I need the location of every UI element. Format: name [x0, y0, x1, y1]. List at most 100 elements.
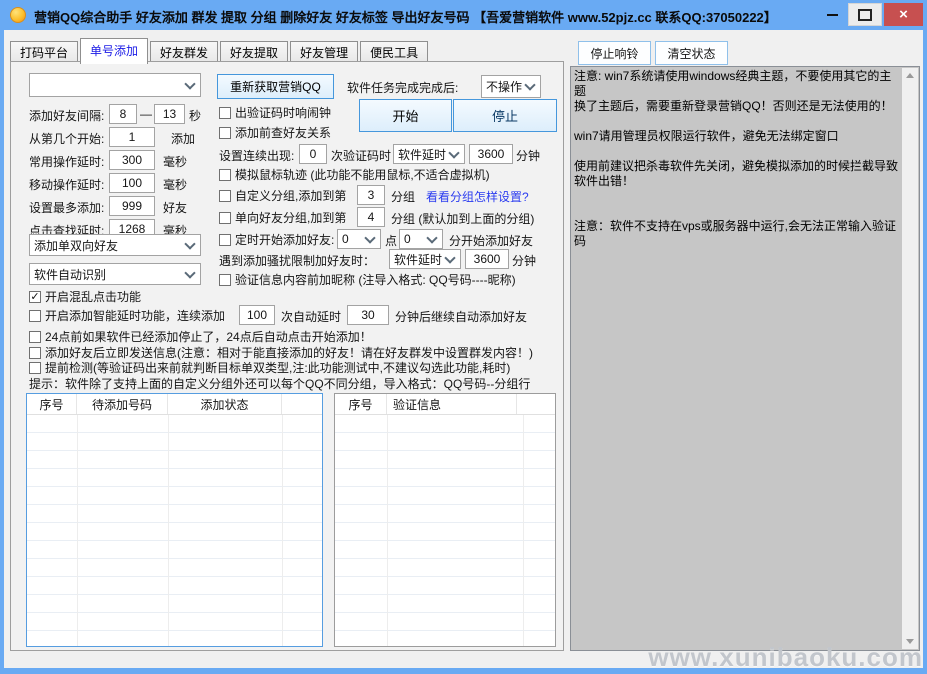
custom-group-checkbox[interactable]: 自定义分组,添加到第: [219, 187, 346, 204]
add-mode-combo[interactable]: 添加单双向好友: [29, 234, 201, 256]
oneway-group-checkbox[interactable]: 单向好友分组,加到第: [219, 209, 346, 226]
verify-table-col-info[interactable]: 验证信息: [387, 394, 517, 414]
custom-group-unit: 分组: [391, 188, 415, 205]
app-icon: [10, 7, 26, 23]
close-button[interactable]: ×: [884, 3, 923, 26]
task-after-select[interactable]: 不操作: [481, 75, 541, 98]
oneway-group-input[interactable]: 4: [357, 207, 385, 227]
mouse-sim-checkbox[interactable]: 模拟鼠标轨迹 (此功能不能用鼠标,不适合虚拟机): [219, 166, 490, 183]
smart-delay-mid: 次自动延时: [281, 308, 341, 325]
qq-account-combo[interactable]: [29, 73, 201, 97]
table-gridline: [77, 415, 78, 646]
checkbox-icon: [219, 234, 231, 246]
check-relation-checkbox[interactable]: 添加前查好友关系: [219, 124, 331, 141]
clear-status-button-label: 清空状态: [667, 45, 715, 62]
interval-max-input[interactable]: 13: [154, 104, 185, 124]
harass-action-value: 软件延时: [390, 251, 446, 268]
mouse-sim-label: 模拟鼠标轨迹 (此功能不能用鼠标,不适合虚拟机): [235, 166, 490, 183]
common-delay-label: 常用操作延时:: [29, 153, 104, 170]
start-button[interactable]: 开始: [359, 99, 452, 132]
smart-delay-checkbox[interactable]: 开启添加智能延时功能，连续添加: [29, 307, 225, 324]
alarm-label: 出验证码时响闹钟: [235, 104, 331, 121]
timed-start-tail: 分开始添加好友: [449, 232, 533, 249]
harass-action-select[interactable]: 软件延时: [389, 249, 461, 269]
chevron-down-icon: [448, 147, 459, 158]
alarm-checkbox[interactable]: 出验证码时响闹钟: [219, 104, 331, 121]
custom-group-label: 自定义分组,添加到第: [235, 187, 346, 204]
max-add-input[interactable]: 999: [109, 196, 155, 216]
clear-status-button[interactable]: 清空状态: [655, 41, 728, 65]
smart-delay-minutes-input[interactable]: 30: [347, 305, 389, 325]
interval-unit: 秒: [189, 107, 201, 124]
stop-ring-button-label: 停止响铃: [590, 45, 638, 62]
task-after-label: 软件任务完成完成后:: [347, 79, 458, 96]
hint-text: 提示：软件除了支持上面的自定义分组外还可以每个QQ不同分组，导入格式：QQ号码-…: [29, 375, 530, 392]
timed-start-checkbox[interactable]: 定时开始添加好友:: [219, 231, 334, 248]
oneway-group-label: 单向好友分组,加到第: [235, 209, 346, 226]
add-table[interactable]: 序号 待添加号码 添加状态: [26, 393, 323, 647]
recognize-combo[interactable]: 软件自动识别: [29, 263, 201, 285]
pre-check-checkbox[interactable]: 提前检测(等验证码出来前就判断目标单双类型,注:此功能测试中,不建议勾选此功能,…: [29, 359, 510, 376]
chevron-down-icon: [184, 78, 195, 89]
add-table-col-number[interactable]: 待添加号码: [77, 394, 168, 414]
group-help-link[interactable]: 看看分组怎样设置?: [426, 188, 529, 205]
chevron-down-icon: [184, 238, 195, 249]
captcha-action-select[interactable]: 软件延时: [393, 144, 465, 164]
checkbox-icon: [219, 169, 231, 181]
timed-hour-select[interactable]: 0: [337, 229, 381, 249]
captcha-row-label: 设置连续出现:: [219, 147, 294, 164]
add-table-col-index[interactable]: 序号: [27, 394, 77, 414]
captcha-count-input[interactable]: 0: [299, 144, 327, 164]
interval-label: 添加好友间隔:: [29, 107, 104, 124]
checkbox-icon: [219, 127, 231, 139]
checkbox-icon: [219, 274, 231, 286]
smart-delay-count-input[interactable]: 100: [239, 305, 275, 325]
verify-nick-label: 验证信息内容前加昵称 (注导入格式: QQ号码----昵称): [235, 271, 516, 288]
table-gridline: [168, 415, 169, 646]
harass-label: 遇到添加骚扰限制加好友时：: [219, 252, 375, 269]
add-table-header: 序号 待添加号码 添加状态: [27, 394, 322, 415]
verify-table-col-index[interactable]: 序号: [335, 394, 387, 414]
tab-single-add[interactable]: 单号添加: [80, 38, 148, 64]
max-add-label: 设置最多添加:: [29, 199, 104, 216]
verify-nick-checkbox[interactable]: 验证信息内容前加昵称 (注导入格式: QQ号码----昵称): [219, 271, 516, 288]
timed-minute-value: 0: [400, 232, 428, 246]
chevron-down-icon: [184, 267, 195, 278]
custom-group-input[interactable]: 3: [357, 185, 385, 205]
common-delay-unit: 毫秒: [163, 153, 187, 170]
scroll-up-icon[interactable]: [906, 73, 914, 78]
stop-ring-button[interactable]: 停止响铃: [578, 41, 651, 65]
checkbox-icon: [219, 212, 231, 224]
add-table-body: [27, 415, 322, 646]
add-table-col-extra: [282, 394, 322, 414]
smart-delay-label: 开启添加智能延时功能，连续添加: [45, 307, 225, 324]
verify-table-col-extra: [517, 394, 555, 414]
chaos-click-checkbox[interactable]: 开启混乱点击功能: [29, 288, 141, 305]
main-area: 打码平台 单号添加 好友群发 好友提取 好友管理 便民工具 重新获取营销QQ 软…: [4, 30, 923, 668]
table-gridline: [523, 415, 524, 646]
status-notes-box: 注意: win7系统请使用windows经典主题，不要使用其它的主题 换了主题后…: [570, 66, 920, 651]
notes-scrollbar[interactable]: [902, 68, 918, 649]
timed-minute-select[interactable]: 0: [399, 229, 443, 249]
harass-unit: 分钟: [512, 252, 536, 269]
stop-button[interactable]: 停止: [453, 99, 557, 132]
chevron-down-icon: [444, 252, 455, 263]
checkbox-icon: [29, 347, 41, 359]
interval-dash: —: [140, 107, 152, 121]
harass-minutes-input[interactable]: 3600: [465, 249, 509, 269]
captcha-minutes-input[interactable]: 3600: [469, 144, 513, 164]
refresh-qq-button[interactable]: 重新获取营销QQ: [217, 74, 334, 99]
common-delay-input[interactable]: 300: [109, 150, 155, 170]
maximize-button[interactable]: [848, 3, 882, 26]
minimize-button[interactable]: [818, 3, 846, 26]
chevron-down-icon: [426, 232, 437, 243]
move-delay-input[interactable]: 100: [109, 173, 155, 193]
interval-min-input[interactable]: 8: [109, 104, 137, 124]
status-notes-text: 注意: win7系统请使用windows经典主题，不要使用其它的主题 换了主题后…: [574, 69, 899, 648]
add-table-col-status[interactable]: 添加状态: [168, 394, 282, 414]
captcha-mid-label: 次验证码时: [331, 147, 391, 164]
start-from-input[interactable]: 1: [109, 127, 155, 147]
verify-table[interactable]: 序号 验证信息: [334, 393, 556, 647]
title-bar: 营销QQ综合助手 好友添加 群发 提取 分组 删除好友 好友标签 导出好友号码 …: [0, 0, 927, 30]
restart-24-checkbox[interactable]: 24点前如果软件已经添加停止了，24点后自动点击开始添加！: [29, 328, 372, 345]
